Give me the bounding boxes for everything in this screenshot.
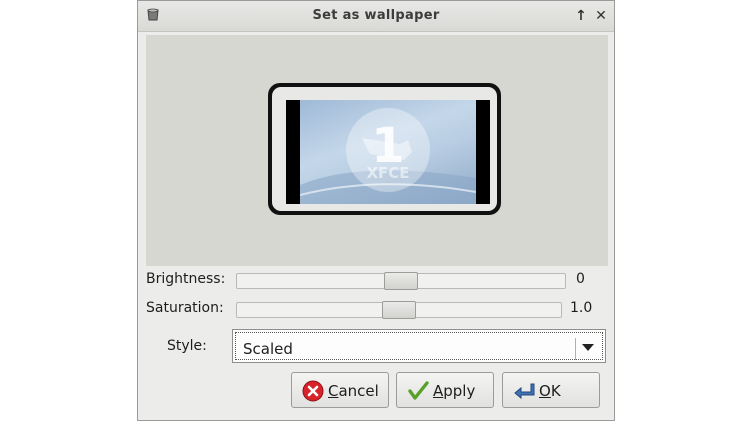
style-dropdown[interactable]: Scaled [232, 329, 606, 363]
dropdown-arrow-icon[interactable] [582, 344, 594, 351]
saturation-slider[interactable] [236, 301, 562, 319]
brightness-slider-handle[interactable] [384, 272, 418, 290]
style-label: Style: [167, 338, 207, 354]
close-icon[interactable]: ✕ [592, 6, 610, 26]
monitor-frame: 1 XFCE [268, 83, 501, 215]
ok-mnemonic: O [539, 382, 551, 400]
title-bar[interactable]: Set as wallpaper ↑ ✕ [138, 1, 614, 32]
saturation-label: Saturation: [146, 300, 224, 316]
apply-mnemonic: A [433, 382, 444, 400]
cancel-button[interactable]: Cancel [291, 372, 389, 408]
ok-label: K [550, 382, 561, 400]
checkmark-icon [408, 381, 429, 400]
brightness-label: Brightness: [146, 271, 226, 287]
ok-button[interactable]: OK [502, 372, 600, 408]
cancel-mnemonic: C [328, 382, 339, 400]
saturation-slider-handle[interactable] [382, 301, 416, 319]
return-arrow-icon [514, 383, 535, 400]
cancel-label: ancel [338, 382, 379, 400]
apply-button[interactable]: Apply [396, 372, 494, 408]
maximize-icon[interactable]: ↑ [572, 6, 590, 26]
wallpaper-image: 1 XFCE [300, 100, 476, 204]
brightness-value: 0 [576, 271, 585, 287]
workspace-number: 1 [371, 118, 405, 174]
wallpaper-logo-text: XFCE [366, 164, 410, 182]
style-selected-value: Scaled [243, 340, 293, 358]
cancel-icon [302, 380, 324, 402]
window-title: Set as wallpaper [312, 8, 440, 23]
brightness-slider[interactable] [236, 272, 566, 290]
apply-label: pply [443, 382, 476, 400]
wallpaper-preview: 1 XFCE [146, 35, 608, 266]
monitor-screen: 1 XFCE [286, 100, 490, 204]
saturation-value: 1.0 [570, 300, 593, 316]
set-wallpaper-dialog: Set as wallpaper ↑ ✕ 1 XFCE Brightness: … [137, 0, 615, 421]
